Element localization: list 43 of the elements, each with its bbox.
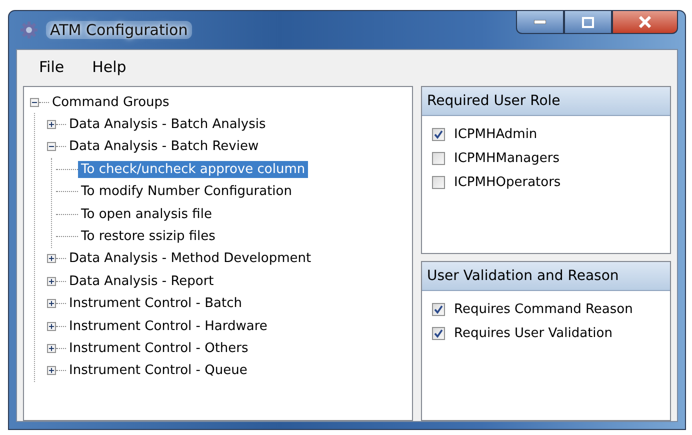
close-button[interactable] — [612, 11, 678, 34]
tree-item[interactable]: To modify Number Configuration — [78, 183, 295, 200]
checkbox[interactable] — [432, 326, 445, 340]
minimize-icon — [534, 20, 546, 24]
tree-item[interactable]: To open analysis file — [78, 206, 215, 223]
panel-header: Required User Role — [422, 87, 670, 116]
expand-icon[interactable] — [47, 322, 56, 331]
collapse-icon[interactable] — [30, 98, 39, 107]
minimize-button[interactable] — [516, 11, 564, 34]
checkbox[interactable] — [432, 128, 445, 140]
expand-icon[interactable] — [47, 344, 56, 353]
checkbox-label: Requires User Validation — [454, 326, 612, 341]
tree-item[interactable]: To restore ssizip files — [78, 228, 218, 246]
checkbox-label: ICPMHAdmin — [454, 126, 538, 142]
menu-item[interactable]: Help — [80, 56, 138, 78]
maximize-button[interactable] — [564, 11, 612, 34]
panel-header: User Validation and Reason — [422, 262, 670, 292]
checkbox[interactable] — [432, 152, 445, 164]
tree-item[interactable]: To check/uncheck approve column — [78, 160, 308, 178]
checkbox[interactable] — [432, 176, 445, 188]
checkbox-label: Requires Command Reason — [454, 302, 633, 317]
expand-icon[interactable] — [47, 254, 56, 264]
tree-item[interactable]: Instrument Control - Queue — [66, 362, 250, 380]
close-icon — [638, 16, 652, 28]
tree-item[interactable]: Instrument Control - Others — [66, 340, 252, 357]
expand-icon[interactable] — [47, 366, 56, 376]
tree-item[interactable]: Command Groups — [49, 94, 172, 111]
expand-icon[interactable] — [47, 299, 56, 308]
maximize-icon — [582, 16, 594, 28]
tree-item[interactable]: Instrument Control - Batch — [66, 295, 245, 312]
checkbox[interactable] — [432, 302, 445, 316]
tree-item[interactable]: Data Analysis - Report — [66, 272, 217, 290]
menu-item[interactable]: File — [27, 56, 76, 78]
collapse-icon[interactable] — [47, 142, 56, 152]
gear-icon — [20, 21, 38, 39]
checkbox-label: ICPMHManagers — [454, 150, 560, 166]
expand-icon[interactable] — [47, 120, 56, 130]
checkbox-label: ICPMHOperators — [454, 174, 561, 190]
expand-icon[interactable] — [47, 276, 56, 286]
tree-item[interactable]: Instrument Control - Hardware — [66, 318, 270, 335]
tree-item[interactable]: Data Analysis - Batch Analysis — [66, 116, 269, 134]
tree-item[interactable]: Data Analysis - Batch Review — [66, 138, 262, 156]
tree-item[interactable]: Data Analysis - Method Development — [66, 250, 314, 268]
